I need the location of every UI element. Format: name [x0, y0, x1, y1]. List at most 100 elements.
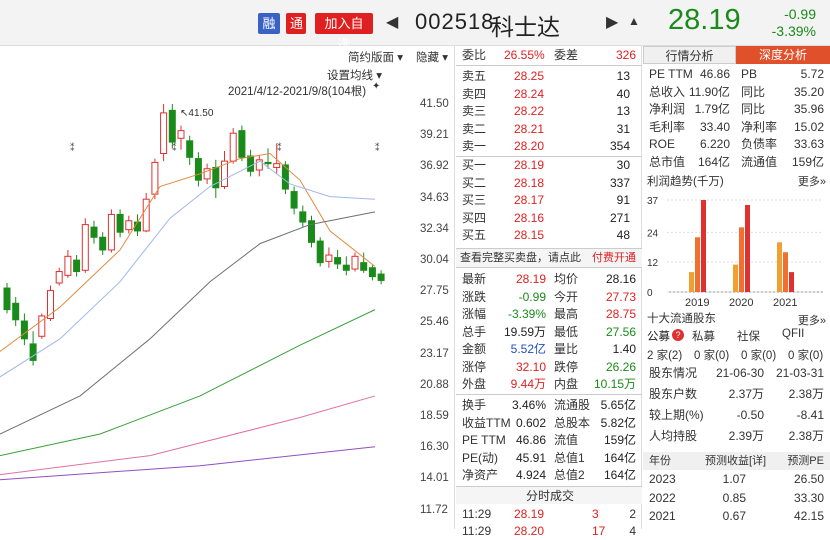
candle-body	[194, 158, 202, 181]
fundamental-row: 毛利率 33.40 净利率 15.02	[649, 119, 824, 134]
ask-row: 卖一 28.20 354	[462, 139, 630, 153]
candle-body	[229, 132, 237, 162]
holder-info-row: 股东情况 21-06-30 21-03-31	[649, 366, 824, 380]
bid-row: 买四 28.16 271	[462, 210, 630, 225]
candle-body	[273, 163, 281, 168]
fundamental-stat-row: 换手 3.46% 流通股 5.65亿	[462, 398, 636, 412]
profit-bar	[689, 272, 694, 292]
profit-bar	[745, 204, 750, 292]
candle-body	[351, 255, 359, 270]
candle-body	[177, 130, 185, 139]
tick-trades-title: 分时成交	[456, 486, 642, 504]
bar-y-tick: 37	[647, 196, 659, 207]
fundamental-row: 净利润 1.79亿 同比 35.96	[649, 102, 824, 116]
ask-row: 卖四 28.24 40	[462, 86, 630, 101]
candle-body	[29, 343, 37, 361]
ask-row: 卖三 28.22 13	[462, 104, 630, 118]
alert-icon[interactable]: ▲	[628, 14, 640, 28]
candle-body	[360, 262, 368, 271]
candle-body	[316, 240, 324, 264]
profit-bar	[777, 242, 782, 292]
candle-body	[186, 140, 194, 158]
candle-body	[12, 302, 20, 321]
candle-body	[107, 213, 115, 251]
profit-bar	[733, 264, 738, 292]
holder-type-tab[interactable]: 私募	[692, 328, 715, 344]
candle-body	[73, 259, 81, 273]
y-tick-label: 23.17	[420, 347, 449, 360]
candle-body	[125, 220, 133, 231]
forecast-row: 2021 0.67 42.15	[649, 509, 824, 523]
profit-bar	[789, 272, 794, 292]
y-tick-label: 11.72	[420, 503, 448, 516]
full-quote-link[interactable]: 查看完整买卖盘，请点此 付费开通	[456, 248, 642, 268]
candle-body	[238, 130, 246, 158]
holder-info-row: 人均持股 2.39万 2.38万	[649, 429, 824, 443]
profit-bar	[701, 200, 706, 292]
holder-type-tab[interactable]: 社保	[737, 328, 760, 344]
add-watchlist-button[interactable]: 加入自选	[315, 13, 373, 52]
last-price: 28.19	[668, 4, 741, 36]
order-book-panel: 委比 26.55% 委差 326 卖五 28.25 13 卖四 28.24 40 卖三 28.22…	[456, 46, 642, 538]
connect-badge[interactable]: 通	[286, 13, 306, 34]
hide-button[interactable]: 隐藏 ▾	[416, 49, 448, 65]
profit-trend-title: 利润趋势(千万)	[647, 176, 724, 188]
event-marker-icon: ⁑	[277, 142, 282, 153]
analysis-panel: 行情分析 深度分析 PE TTM 46.86 PB 5.72 总收入 11.90亿 同比 35…	[643, 46, 830, 529]
holder-type-tab[interactable]: QFII	[782, 328, 804, 340]
tab-market-analysis[interactable]: 行情分析	[643, 46, 736, 64]
bar-y-tick: 0	[647, 288, 653, 299]
profit-bar	[783, 252, 788, 292]
forecast-header: 年份 预测收益[详] 预测PE	[643, 452, 830, 470]
bid-row: 买二 28.18 337	[462, 175, 630, 190]
y-tick-label: 20.88	[420, 378, 449, 391]
tab-deep-analysis[interactable]: 深度分析	[736, 46, 830, 64]
candle-body	[3, 287, 11, 311]
candle-body	[134, 221, 141, 232]
quote-stat-row: 外盘 9.44万 内盘 10.15万	[462, 377, 636, 391]
fundamental-row: ROE 6.220 负债率 33.63	[649, 137, 824, 151]
holders-more-link[interactable]: 更多»	[798, 312, 826, 328]
fundamental-stat-row: PE(动) 45.91 总值1 164亿	[462, 450, 636, 465]
y-tick-label: 39.21	[420, 129, 449, 142]
profit-bar	[739, 227, 744, 292]
bid-row: 买一 28.19 30	[462, 158, 630, 172]
margin-badge[interactable]: 融	[258, 13, 280, 34]
bar-year-label: 2021	[773, 297, 797, 308]
bar-y-tick: 12	[647, 258, 659, 269]
y-tick-label: 18.59	[420, 410, 449, 422]
ask-row: 卖二 28.21 31	[462, 121, 630, 136]
top-bar: 融 通 加入自选 ◀ 002518 科士达 ▶ ▲ 28.19 -0.99 -3.…	[0, 0, 830, 52]
candle-body	[90, 226, 98, 238]
candle-body	[325, 254, 333, 262]
fundamental-stat-row: 收益TTM 0.602 总股本 5.82亿	[462, 415, 636, 430]
event-marker-icon: ⁑	[172, 142, 177, 153]
help-icon[interactable]: ?	[672, 329, 684, 341]
y-tick-label: 16.30	[420, 441, 449, 454]
profit-more-link[interactable]: 更多»	[798, 173, 826, 189]
candle-body	[168, 109, 176, 143]
candle-body	[142, 198, 150, 232]
candle-body	[20, 320, 28, 340]
holder-count: 0 家(0)	[741, 350, 777, 362]
y-tick-label: 34.63	[420, 191, 449, 204]
trade-row: 11:29 28.19 3 2	[462, 507, 636, 521]
y-tick-label: 30.04	[420, 254, 449, 266]
next-stock-icon[interactable]: ▶	[606, 12, 618, 32]
ma120-line	[0, 446, 376, 481]
candle-body	[55, 271, 63, 284]
candle-body	[299, 211, 307, 223]
candle-body	[64, 255, 72, 276]
kline-chart[interactable]: 简约版面 ▾ 隐藏 ▾ 设置均线 ▾ 2021/4/12-2021/9/8(10…	[0, 46, 455, 529]
top-holders-title: 十大流通股东	[647, 313, 716, 325]
bid-row: 买五 28.15 48	[462, 228, 630, 242]
candle-body	[342, 264, 350, 271]
prev-stock-icon[interactable]: ◀	[386, 12, 398, 32]
candle-body	[81, 224, 89, 271]
candle-body	[368, 267, 376, 278]
event-marker-icon: ⁑	[70, 142, 75, 153]
holder-type-tab[interactable]: 公募	[647, 328, 670, 344]
candle-body	[99, 236, 107, 251]
quote-stat-row: 最新 28.19 均价 28.16	[462, 272, 636, 286]
holder-count: 0 家(0)	[694, 350, 730, 362]
